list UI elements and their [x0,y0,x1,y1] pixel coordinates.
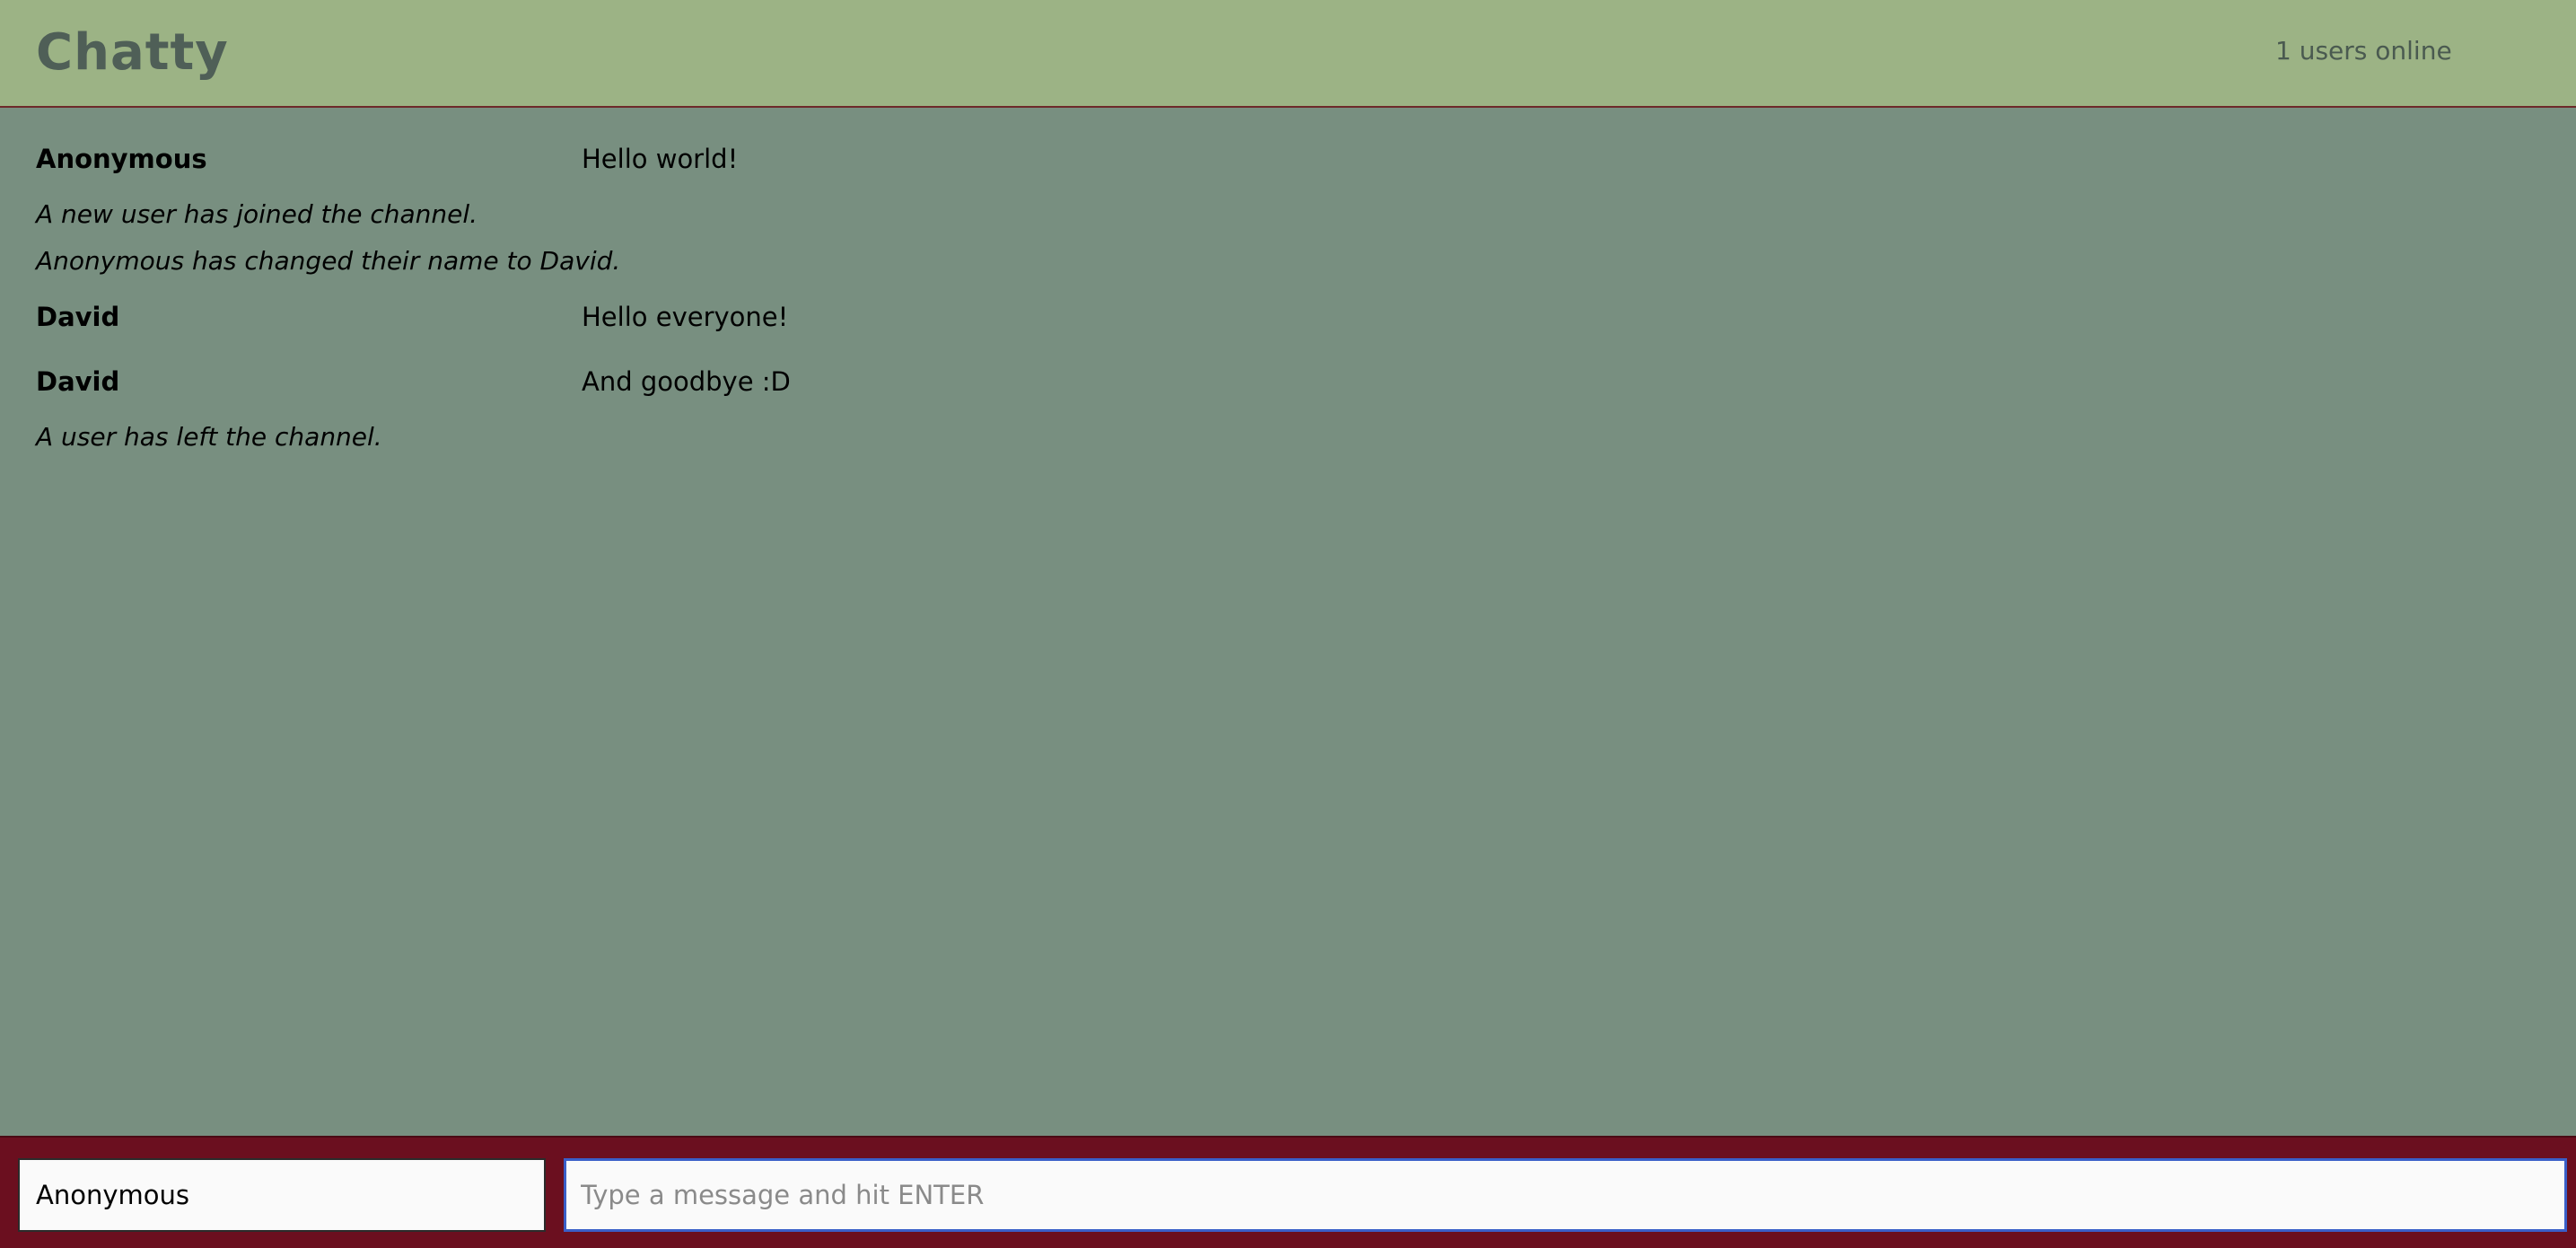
message-username: David [36,366,120,397]
message-username: Anonymous [36,144,207,174]
message-username: David [36,302,120,332]
username-input[interactable] [18,1158,546,1232]
message-content: Hello world! [582,144,739,174]
chat-bar [0,1136,2576,1248]
message-content: Hello everyone! [582,302,789,332]
system-notification: A new user has joined the channel. [36,199,478,239]
message-input[interactable] [564,1158,2567,1232]
app-brand[interactable]: Chatty [36,23,229,82]
system-notification: A user has left the channel. [36,422,382,461]
system-notification-text: Anonymous has changed their name to Davi… [36,246,621,276]
system-notification-text: A new user has joined the channel. [36,199,478,229]
message-list: Anonymous Hello world! A new user has jo… [0,110,2576,1138]
users-online-count: 1 users online [2275,36,2452,66]
system-notification: Anonymous has changed their name to Davi… [36,246,620,286]
message-content: And goodbye :D [582,366,791,397]
navbar: Chatty 1 users online [0,0,2576,108]
system-notification-text: A user has left the channel. [36,422,382,452]
